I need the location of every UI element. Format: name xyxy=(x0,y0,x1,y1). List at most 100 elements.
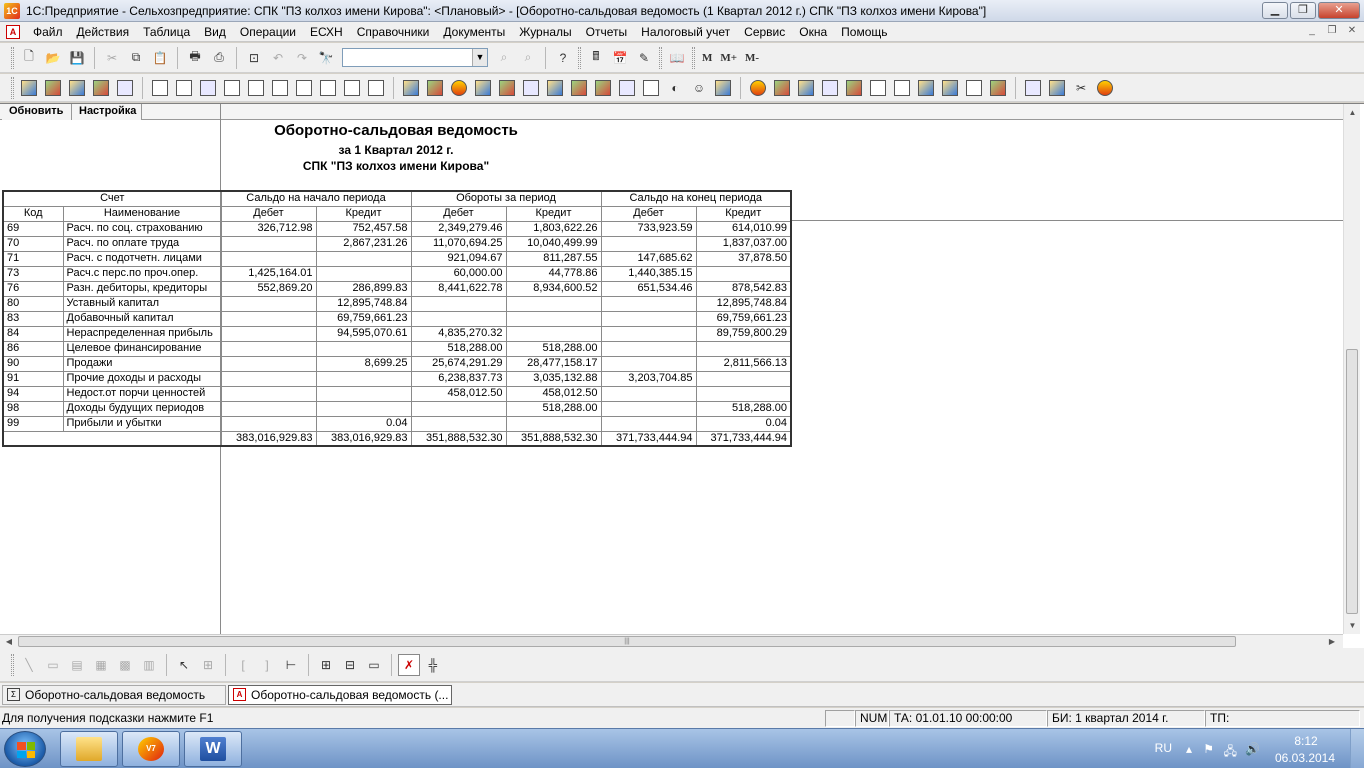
report-ledger-icon[interactable] xyxy=(66,77,88,99)
account-code[interactable]: 94 xyxy=(2,385,64,402)
turnover-debit[interactable]: 458,012.50 xyxy=(410,385,507,402)
report-journal-icon[interactable] xyxy=(42,77,64,99)
doc-nakl-icon[interactable] xyxy=(963,77,985,99)
opening-debit[interactable] xyxy=(220,235,317,252)
opening-debit[interactable] xyxy=(220,385,317,402)
turnover-credit[interactable]: 811,287.55 xyxy=(505,250,602,267)
arrow-green-icon[interactable] xyxy=(843,77,865,99)
opening-credit[interactable] xyxy=(315,370,412,387)
opening-debit[interactable] xyxy=(220,295,317,312)
text-tool-icon[interactable]: ▤ xyxy=(66,654,88,676)
account-code[interactable]: 84 xyxy=(2,325,64,342)
account-code[interactable]: 98 xyxy=(2,400,64,417)
table-row[interactable]: 83 Добавочный капитал 69,759,661.23 69,759,… xyxy=(2,310,792,327)
report-osv-icon[interactable] xyxy=(149,77,171,99)
turnover-debit[interactable]: 2,349,279.46 xyxy=(410,220,507,237)
account-name[interactable]: Разн. дебиторы, кредиторы xyxy=(62,280,222,297)
find-next-icon[interactable]: ⌕ xyxy=(493,47,515,69)
line-tool-icon[interactable]: ╲ xyxy=(18,654,40,676)
settings-button[interactable]: Настройка xyxy=(72,104,142,120)
toolbar-grip[interactable] xyxy=(692,46,695,69)
turnover-credit[interactable]: 458,012.50 xyxy=(505,385,602,402)
scroll-up-icon[interactable]: ▲ xyxy=(1344,104,1361,121)
cash-icon[interactable] xyxy=(496,77,518,99)
menu-documents[interactable]: Документы xyxy=(436,22,512,42)
grid-properties-icon[interactable]: ⊞ xyxy=(197,654,219,676)
turnover-credit[interactable]: 28,477,158.17 xyxy=(505,355,602,372)
closing-credit[interactable]: 89,759,800.29 xyxy=(695,325,792,342)
copy-icon[interactable]: ⧉ xyxy=(125,47,147,69)
table-row[interactable]: 69 Расч. по соц. страхованию 326,712.98 752… xyxy=(2,220,792,237)
turnover-debit[interactable]: 4,835,270.32 xyxy=(410,325,507,342)
turnover-debit[interactable]: 60,000.00 xyxy=(410,265,507,282)
closing-debit[interactable] xyxy=(600,325,697,342)
report-grid-icon[interactable] xyxy=(197,77,219,99)
find-binoculars-icon[interactable]: 🔭 xyxy=(315,47,337,69)
opening-debit[interactable] xyxy=(220,325,317,342)
doc-tov-icon[interactable] xyxy=(867,77,889,99)
turnover-credit[interactable]: 1,803,622.26 xyxy=(505,220,602,237)
support-icon[interactable] xyxy=(1094,77,1116,99)
report-card-icon[interactable] xyxy=(173,77,195,99)
toolbar-grip[interactable] xyxy=(659,46,662,69)
cut-icon[interactable]: ✂ xyxy=(101,47,123,69)
menu-references[interactable]: Справочники xyxy=(350,22,437,42)
freeze-panes-icon[interactable]: ╬ xyxy=(422,654,444,676)
horizontal-scrollbar[interactable]: ◀ ||| ▶ xyxy=(0,634,1343,648)
menu-file[interactable]: Файл xyxy=(26,22,70,42)
menu-eskhn[interactable]: ЕСХН xyxy=(303,22,350,42)
print-preview-icon[interactable]: ⎙ xyxy=(208,47,230,69)
turnover-credit[interactable]: 518,288.00 xyxy=(505,400,602,417)
table-row[interactable]: 99 Прибыли и убытки 0.04 0.04 xyxy=(2,415,792,432)
account-code[interactable]: 91 xyxy=(2,370,64,387)
table-row[interactable]: 71 Расч. с подотчетн. лицами 921,094.67 811… xyxy=(2,250,792,267)
start-button[interactable] xyxy=(4,731,46,767)
account-code[interactable]: 69 xyxy=(2,220,64,237)
opening-debit[interactable] xyxy=(220,340,317,357)
taskbar-explorer[interactable] xyxy=(60,731,118,767)
closing-credit[interactable]: 518,288.00 xyxy=(695,400,792,417)
opening-debit[interactable]: 552,869.20 xyxy=(220,280,317,297)
redo-icon[interactable]: ↷ xyxy=(291,47,313,69)
language-indicator[interactable]: RU xyxy=(1155,741,1172,755)
opening-debit[interactable] xyxy=(220,250,317,267)
opening-credit[interactable] xyxy=(315,265,412,282)
calendar-icon[interactable]: 📅 xyxy=(609,47,631,69)
closing-credit[interactable]: 614,010.99 xyxy=(695,220,792,237)
report-t2-icon[interactable] xyxy=(269,77,291,99)
turnover-credit[interactable] xyxy=(505,325,602,342)
account-code[interactable]: 86 xyxy=(2,340,64,357)
account-code[interactable]: 73 xyxy=(2,265,64,282)
turnover-debit[interactable]: 8,441,622.78 xyxy=(410,280,507,297)
ruler-icon[interactable]: ▭ xyxy=(363,654,385,676)
doc-pko-icon[interactable] xyxy=(915,77,937,99)
fix-table-icon[interactable]: ✗ xyxy=(398,653,420,676)
headers-icon[interactable]: ⊟ xyxy=(339,654,361,676)
rectangle-tool-icon[interactable]: ▭ xyxy=(42,654,64,676)
turnover-credit[interactable]: 3,035,132.88 xyxy=(505,370,602,387)
fields-icon[interactable] xyxy=(771,77,793,99)
table-row[interactable]: 76 Разн. дебиторы, кредиторы 552,869.20 286… xyxy=(2,280,792,297)
turnover-debit[interactable] xyxy=(410,400,507,417)
closing-debit[interactable]: 1,440,385.15 xyxy=(600,265,697,282)
turnover-credit[interactable]: 44,778.86 xyxy=(505,265,602,282)
closing-debit[interactable]: 733,923.59 xyxy=(600,220,697,237)
truck-icon[interactable] xyxy=(592,77,614,99)
table-row[interactable]: 73 Расч.с перс.по проч.опер. 1,425,164.01 6… xyxy=(2,265,792,282)
opening-credit[interactable]: 94,595,070.61 xyxy=(315,325,412,342)
save-icon[interactable]: 💾 xyxy=(66,47,88,69)
memory-plus-button[interactable]: M+ xyxy=(717,47,740,69)
closing-credit[interactable]: 37,878.50 xyxy=(695,250,792,267)
menu-tax[interactable]: Налоговый учет xyxy=(634,22,737,42)
table-row[interactable]: 94 Недост.от порчи ценностей 458,012.50 458… xyxy=(2,385,792,402)
form-mode-icon[interactable]: ⊡ xyxy=(243,47,265,69)
report-chart-icon[interactable] xyxy=(365,77,387,99)
closing-debit[interactable] xyxy=(600,340,697,357)
opening-debit[interactable] xyxy=(220,415,317,432)
closing-credit[interactable] xyxy=(695,370,792,387)
opening-credit[interactable]: 2,867,231.26 xyxy=(315,235,412,252)
turnover-credit[interactable] xyxy=(505,415,602,432)
turnover-debit[interactable]: 6,238,837.73 xyxy=(410,370,507,387)
turnover-credit[interactable] xyxy=(505,310,602,327)
table-row[interactable]: 86 Целевое финансирование 518,288.00 518,28… xyxy=(2,340,792,357)
